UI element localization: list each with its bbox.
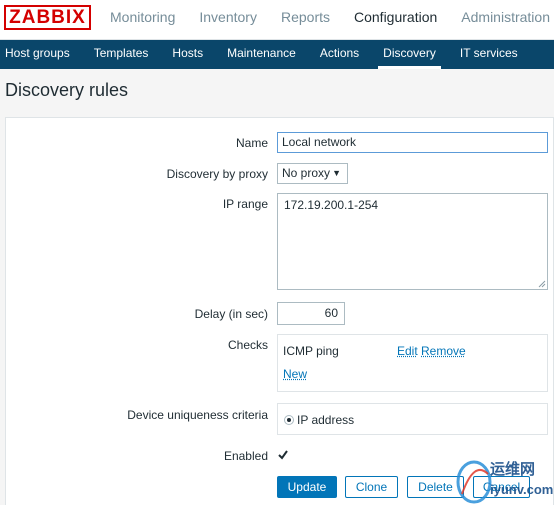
top-nav-reports[interactable]: Reports bbox=[269, 0, 342, 40]
watermark-logo-icon: 运维网 iyunv.com bbox=[456, 460, 553, 504]
name-input[interactable]: Local network bbox=[277, 132, 548, 153]
top-nav-monitoring[interactable]: Monitoring bbox=[98, 0, 187, 40]
sub-nav-host-groups[interactable]: Host groups bbox=[0, 40, 75, 69]
update-button[interactable]: Update bbox=[277, 476, 337, 498]
top-nav-administration[interactable]: Administration bbox=[449, 0, 554, 40]
checkmark-icon bbox=[278, 450, 288, 460]
name-label: Name bbox=[235, 136, 268, 150]
zabbix-logo[interactable]: ZABBIX bbox=[4, 5, 91, 30]
sub-nav-hosts[interactable]: Hosts bbox=[167, 40, 208, 69]
sub-nav-it-services[interactable]: IT services bbox=[455, 40, 523, 69]
watermark-cn-text: 运维网 bbox=[490, 460, 535, 478]
watermark: 运维网 iyunv.com bbox=[452, 452, 554, 505]
top-bar: ZABBIX Monitoring Inventory Reports Conf… bbox=[0, 0, 554, 40]
sub-nav-discovery[interactable]: Discovery bbox=[378, 40, 441, 69]
sub-nav-templates[interactable]: Templates bbox=[89, 40, 154, 69]
checks-box bbox=[277, 334, 548, 392]
check-name: ICMP ping bbox=[283, 344, 339, 358]
delay-input[interactable]: 60 bbox=[277, 302, 345, 325]
new-check-link[interactable]: New bbox=[283, 367, 307, 381]
top-nav-inventory[interactable]: Inventory bbox=[187, 0, 269, 40]
delay-label: Delay (in sec) bbox=[194, 307, 268, 321]
ip-address-radio[interactable] bbox=[284, 415, 294, 425]
ip-range-textarea[interactable]: 172.19.200.1-254 bbox=[277, 193, 548, 290]
top-nav: Monitoring Inventory Reports Configurati… bbox=[98, 0, 554, 40]
sub-nav-maintenance[interactable]: Maintenance bbox=[222, 40, 301, 69]
sub-nav-actions[interactable]: Actions bbox=[315, 40, 364, 69]
resize-handle-icon[interactable] bbox=[538, 280, 546, 288]
top-nav-configuration[interactable]: Configuration bbox=[342, 0, 449, 40]
clone-button[interactable]: Clone bbox=[345, 476, 398, 498]
watermark-url-text: iyunv.com bbox=[490, 482, 553, 497]
checks-label: Checks bbox=[227, 338, 268, 352]
ip-address-radio-label: IP address bbox=[297, 413, 355, 427]
proxy-select-value: No proxy bbox=[282, 166, 331, 180]
dropdown-arrow-icon: ▼ bbox=[332, 168, 341, 178]
enabled-checkbox[interactable] bbox=[277, 449, 289, 461]
enabled-label: Enabled bbox=[223, 449, 268, 463]
proxy-label: Discovery by proxy bbox=[166, 167, 268, 181]
uniqueness-label: Device uniqueness criteria bbox=[127, 408, 268, 422]
page-title: Discovery rules bbox=[5, 80, 129, 100]
edit-check-link[interactable]: Edit bbox=[397, 344, 418, 358]
remove-check-link[interactable]: Remove bbox=[421, 344, 466, 358]
ip-range-label: IP range bbox=[222, 197, 268, 211]
proxy-select[interactable]: No proxy ▼ bbox=[277, 163, 348, 184]
sub-nav: Host groups Templates Hosts Maintenance … bbox=[0, 40, 554, 69]
